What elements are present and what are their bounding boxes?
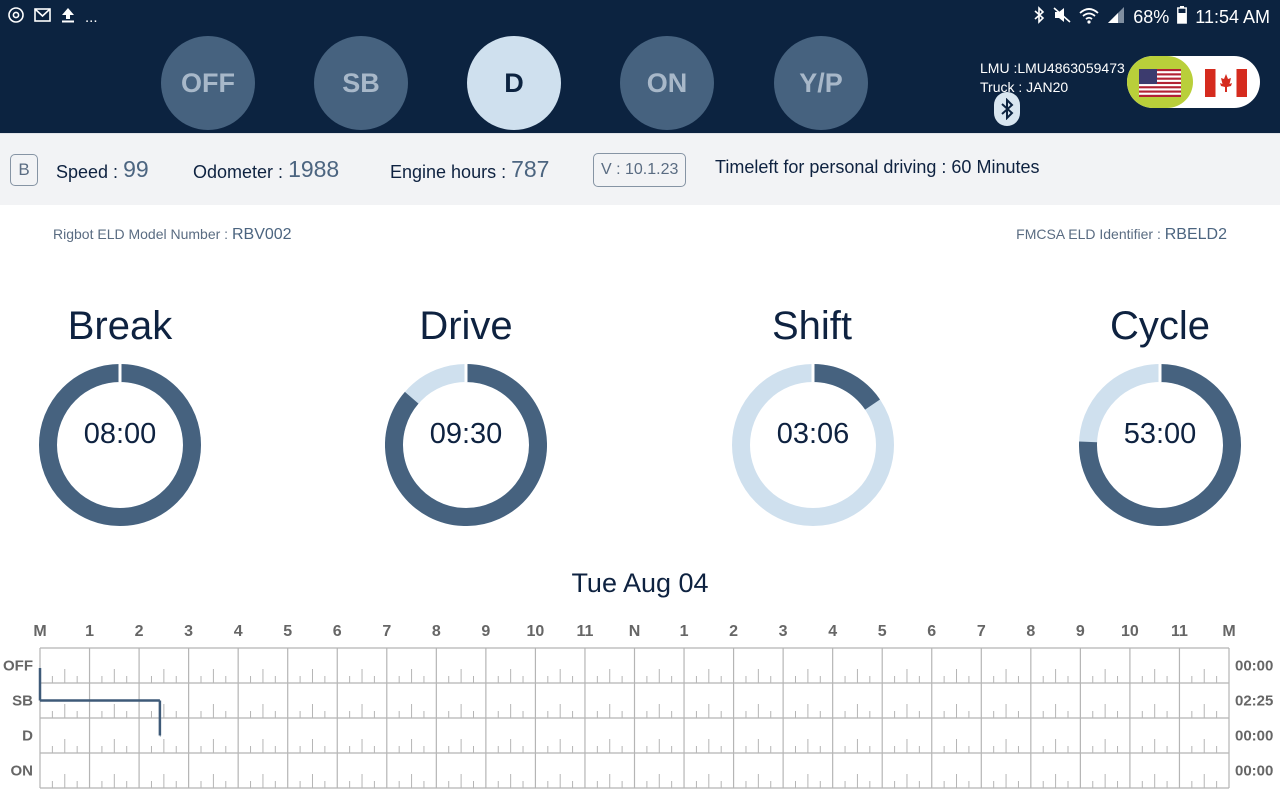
speed-value: 99 (123, 156, 149, 182)
hour-label: M (1222, 623, 1235, 640)
battery-percent: 68% (1133, 6, 1170, 27)
clock: 11:54 AM (1195, 6, 1270, 27)
duty-d-button[interactable]: D (467, 36, 561, 130)
hour-label: 11 (576, 623, 593, 640)
hour-label: 6 (927, 623, 936, 640)
log-date[interactable]: Tue Aug 04 (0, 568, 1280, 599)
app-header: OFF SB D ON Y/P LMU :LMU4863059473 Truck… (0, 33, 1280, 133)
break-title: Break (67, 304, 173, 348)
shift-time: 03:06 (776, 418, 850, 450)
hour-label: 7 (977, 623, 986, 640)
b-badge[interactable]: B (10, 154, 38, 186)
us-flag-icon[interactable] (1139, 69, 1181, 97)
lmu-label: LMU : (980, 60, 1018, 76)
status-bar-left: ... (8, 7, 98, 27)
hour-label: 3 (184, 623, 193, 640)
hour-label: 5 (878, 623, 887, 640)
mail-icon (34, 8, 51, 26)
row-total: 00:00 (1235, 728, 1273, 745)
engine-hours-readout: Engine hours : 787 (390, 156, 550, 184)
hour-label: 7 (382, 623, 391, 640)
odometer-readout: Odometer : 1988 (193, 156, 340, 184)
hour-label: 6 (333, 623, 342, 640)
mute-icon (1053, 6, 1071, 28)
cycle-title: Cycle (1109, 304, 1211, 348)
row-label: D (22, 728, 33, 745)
speed-label: Speed : (56, 162, 119, 182)
eld-model-number: Rigbot ELD Model Number : RBV002 (53, 226, 292, 244)
hour-label: 4 (234, 623, 243, 640)
more-notifications: ... (85, 8, 98, 26)
shift-title: Shift (771, 304, 853, 348)
fmcsa-eld-identifier: FMCSA ELD Identifier : RBELD2 (1016, 226, 1227, 244)
hour-label: 8 (1026, 623, 1035, 640)
hour-label: 2 (729, 623, 738, 640)
hour-label: 5 (283, 623, 292, 640)
speed-readout: Speed : 99 (56, 156, 149, 184)
hour-label: 10 (527, 623, 545, 640)
eld-model-value: RBV002 (231, 226, 292, 243)
hour-label: 10 (1121, 623, 1139, 640)
signal-icon (1107, 6, 1125, 28)
vehicle-info-bar: B Speed : 99 Odometer : 1988 Engine hour… (0, 133, 1280, 205)
row-label: SB (12, 693, 33, 710)
lmu-value: LMU4863059473 (1017, 60, 1125, 76)
drive-time: 09:30 (429, 418, 503, 450)
hour-label: 8 (432, 623, 441, 640)
engine-hours-value: 787 (511, 156, 550, 182)
hour-label: 4 (828, 623, 837, 640)
device-info: LMU :LMU4863059473 Truck : JAN20 (980, 59, 1125, 97)
row-label: OFF (3, 658, 33, 675)
row-label: ON (11, 763, 34, 780)
duty-sb-button[interactable]: SB (314, 36, 408, 130)
status-bar-right: 68% 11:54 AM (1033, 6, 1270, 28)
row-total: 00:00 (1235, 763, 1273, 780)
upload-icon (61, 7, 75, 27)
battery-icon (1177, 6, 1188, 28)
truck-value: JAN20 (1026, 79, 1069, 95)
hour-label: 2 (135, 623, 144, 640)
hour-label: 1 (85, 623, 94, 640)
duty-yp-button[interactable]: Y/P (774, 36, 868, 130)
fmcsa-label: FMCSA ELD Identifier : (1016, 226, 1161, 242)
odometer-label: Odometer : (193, 162, 284, 182)
duty-on-button[interactable]: ON (620, 36, 714, 130)
personal-driving-timeleft: Timeleft for personal driving : 60 Minut… (715, 157, 1040, 177)
eld-model-label: Rigbot ELD Model Number : (53, 226, 229, 242)
row-total: 02:25 (1235, 693, 1273, 710)
duty-log-graph: M 1 2 3 4 5 6 7 8 9 10 11 N 1 2 3 4 5 6 7 8 9 10 11 M OFF SB D ON 0… (3, 623, 1273, 789)
hour-label: N (629, 623, 641, 640)
cycle-time: 53:00 (1123, 418, 1197, 450)
odometer-value: 1988 (288, 156, 340, 182)
engine-hours-label: Engine hours : (390, 162, 507, 182)
fmcsa-value: RBELD2 (1164, 226, 1227, 243)
row-total: 00:00 (1235, 658, 1273, 675)
hour-label: 11 (1171, 623, 1188, 640)
drive-title: Drive (419, 304, 513, 348)
wifi-icon (1079, 6, 1099, 28)
bluetooth-status-icon[interactable] (994, 92, 1020, 126)
hour-label: 9 (481, 623, 490, 640)
lmu-line: LMU :LMU4863059473 (980, 59, 1125, 78)
android-status-bar: ... 68% 11:54 AM (0, 0, 1280, 33)
hour-label: 3 (779, 623, 788, 640)
at-icon (8, 7, 24, 27)
hour-label: 1 (680, 623, 689, 640)
gauge-fill (812, 364, 880, 410)
canada-flag-icon[interactable] (1205, 69, 1247, 97)
hour-label: M (33, 623, 46, 640)
break-time: 08:00 (83, 418, 157, 450)
duty-off-button[interactable]: OFF (161, 36, 255, 130)
hour-label: 9 (1076, 623, 1085, 640)
bluetooth-icon (1033, 6, 1045, 28)
version-badge: V : 10.1.23 (593, 153, 687, 187)
